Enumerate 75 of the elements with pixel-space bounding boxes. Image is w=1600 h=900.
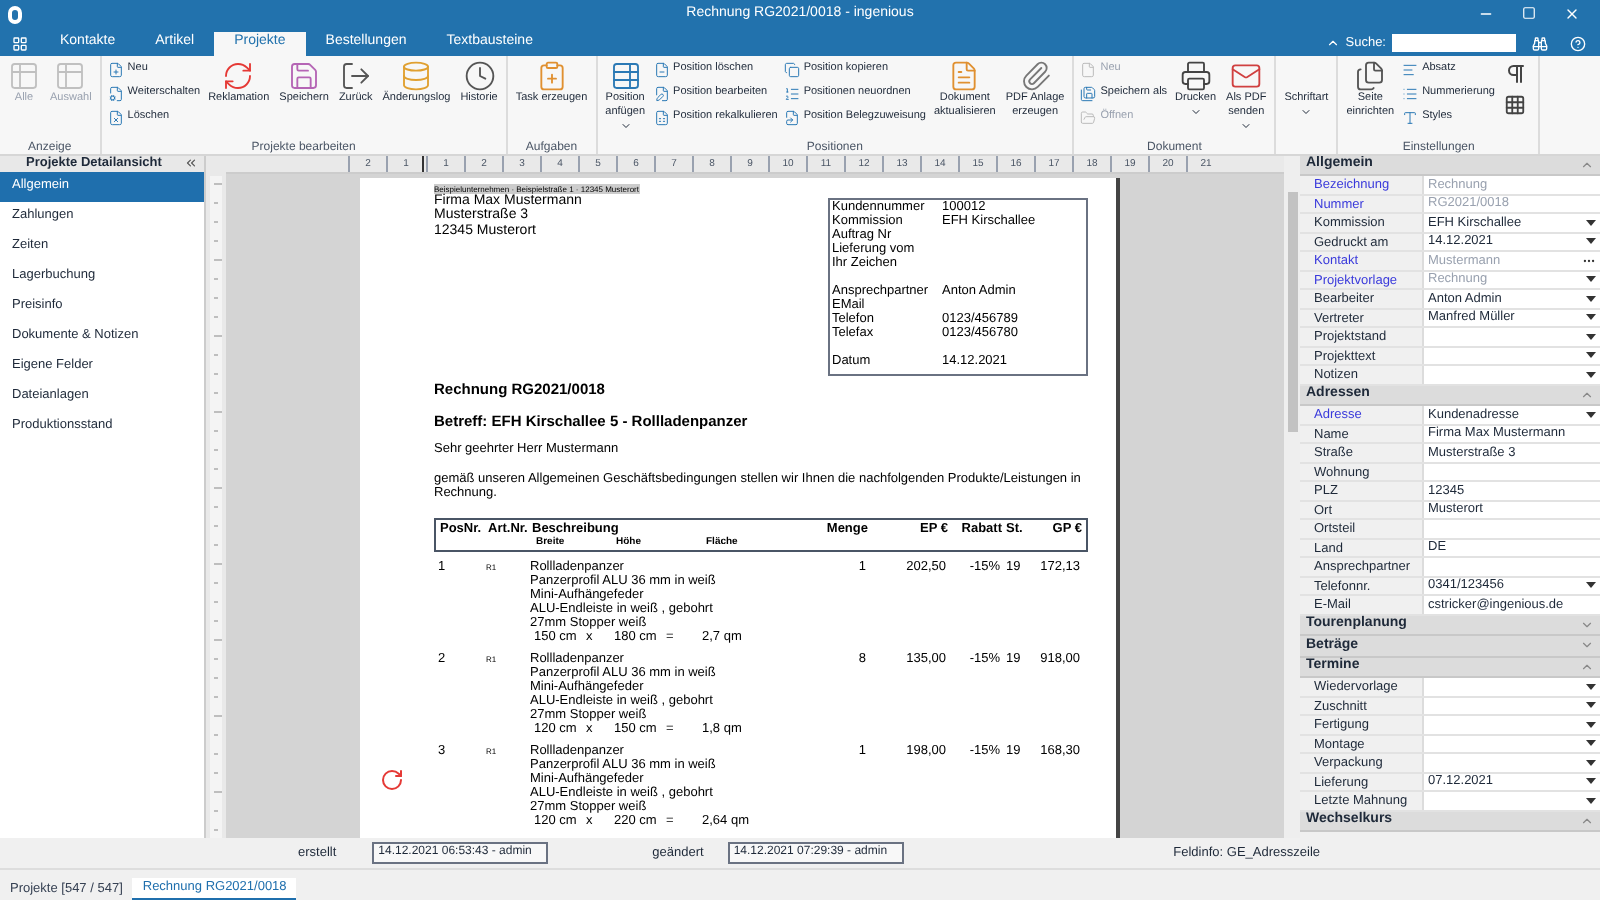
property-field[interactable] xyxy=(1424,792,1600,810)
dropdown-arrow-icon xyxy=(1586,333,1596,340)
styles-icon xyxy=(1402,109,1419,126)
table-icon xyxy=(54,59,87,92)
table-icon xyxy=(8,59,40,92)
file-delete-icon xyxy=(107,109,124,126)
dropdown-arrow-icon xyxy=(1586,740,1596,747)
chevron-up-icon xyxy=(1580,813,1594,828)
caret-icon xyxy=(1189,105,1202,118)
dropdown-arrow-icon xyxy=(1586,721,1596,728)
property-field[interactable] xyxy=(1424,520,1600,538)
property-field[interactable] xyxy=(1424,328,1600,346)
search-field[interactable] xyxy=(1392,34,1516,53)
database-icon xyxy=(400,59,433,92)
mail-icon xyxy=(1230,59,1263,92)
dropdown-arrow-icon xyxy=(1586,352,1596,359)
row-delete-icon xyxy=(653,61,670,78)
file-gear-icon xyxy=(107,85,124,102)
table-icon xyxy=(609,59,642,92)
pages-icon xyxy=(1354,59,1387,92)
collapse-icon[interactable] xyxy=(184,156,198,171)
property-field[interactable] xyxy=(1424,558,1600,576)
list-icon xyxy=(783,85,800,102)
file-plus-icon xyxy=(107,61,124,78)
paperclip-icon xyxy=(1019,59,1052,92)
dropdown-arrow-icon xyxy=(1586,276,1596,283)
table-grid-icon[interactable] xyxy=(1504,93,1527,116)
dropdown-arrow-icon xyxy=(1586,702,1596,709)
row-edit-icon xyxy=(653,85,670,102)
link-file-icon xyxy=(783,109,800,126)
printer-icon xyxy=(1179,59,1212,92)
dropdown-arrow-icon xyxy=(1586,759,1596,766)
property-field[interactable] xyxy=(1424,366,1600,384)
binoculars-icon[interactable] xyxy=(1532,35,1548,52)
dropdown-arrow-icon xyxy=(1586,411,1596,418)
row-calc-icon xyxy=(653,109,670,126)
app-menu-icon[interactable] xyxy=(12,35,28,52)
caret-icon xyxy=(1300,105,1313,118)
dropdown-arrow-icon xyxy=(1586,219,1596,226)
property-field[interactable] xyxy=(1424,754,1600,772)
dropdown-arrow-icon xyxy=(1586,295,1596,302)
ruler-origin-icon xyxy=(422,155,426,172)
clock-icon xyxy=(463,59,496,92)
pilcrow-icon[interactable] xyxy=(1504,61,1529,86)
chevron-up-icon xyxy=(1580,659,1594,674)
file-icon xyxy=(1080,61,1097,78)
list-icon xyxy=(1402,85,1419,102)
refresh-icon xyxy=(222,59,255,92)
dropdown-arrow-icon xyxy=(1586,238,1596,245)
document-icon xyxy=(948,59,981,92)
copy-icon xyxy=(783,61,800,78)
caret-icon xyxy=(1240,119,1253,132)
maximize-icon[interactable] xyxy=(1522,6,1536,21)
folder-icon xyxy=(1080,109,1097,126)
save-icon xyxy=(288,59,321,92)
chevron-up-icon xyxy=(1580,157,1594,172)
dropdown-arrow-icon xyxy=(1586,683,1596,690)
exit-icon xyxy=(339,59,372,92)
property-field[interactable] xyxy=(1424,716,1600,734)
scroll-thumb[interactable] xyxy=(1287,191,1297,432)
save-icon xyxy=(1080,85,1097,102)
dropdown-arrow-icon xyxy=(1586,582,1596,589)
clipboard-icon xyxy=(535,59,568,92)
collapse-icon[interactable] xyxy=(1325,36,1340,51)
app-logo-icon xyxy=(8,5,22,24)
caret-icon xyxy=(619,119,632,132)
help-icon[interactable] xyxy=(1570,35,1586,52)
chevron-up-icon xyxy=(1580,387,1594,402)
dropdown-arrow-icon xyxy=(1586,371,1596,378)
close-icon[interactable] xyxy=(1564,6,1580,23)
property-field[interactable] xyxy=(1424,678,1600,696)
dropdown-arrow-icon xyxy=(1586,797,1596,804)
dropdown-arrow-icon xyxy=(1586,778,1596,785)
paragraph-icon xyxy=(1402,61,1419,78)
dropdown-arrow-icon xyxy=(1586,314,1596,321)
